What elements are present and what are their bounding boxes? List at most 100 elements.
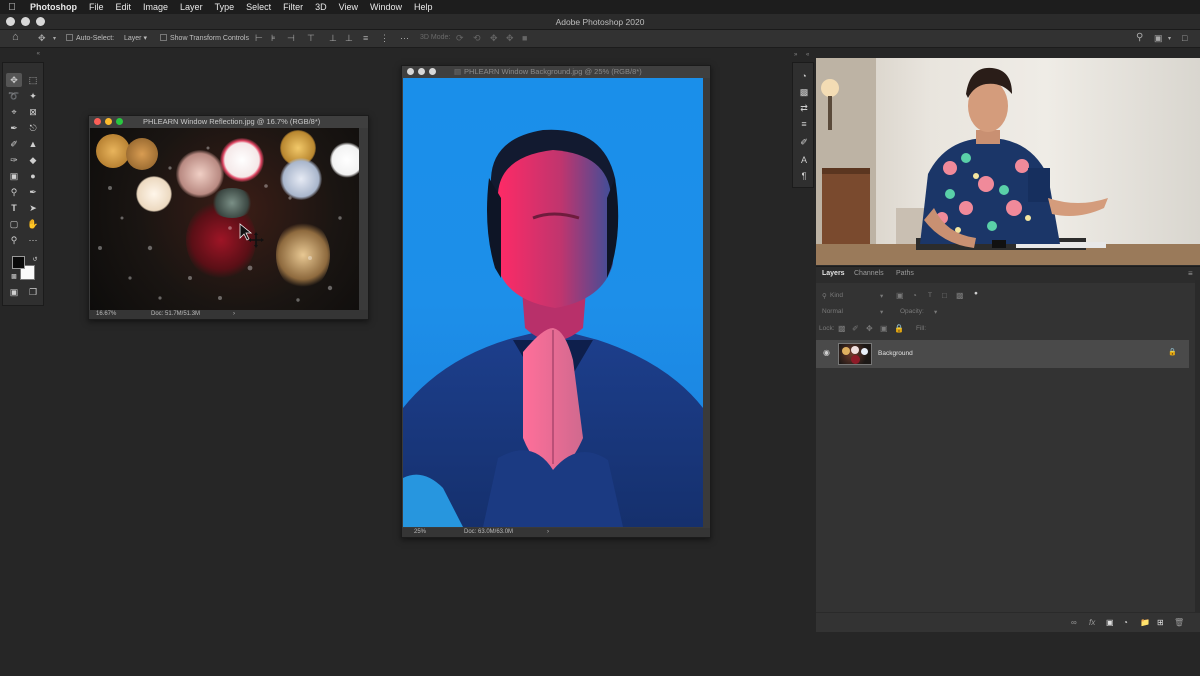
paragraph-panel-icon[interactable]: ¶ [797, 169, 811, 183]
filter-toggle-icon[interactable]: ● [974, 290, 978, 297]
layers-scrollbar[interactable] [1195, 280, 1200, 612]
doc-close-button[interactable] [407, 68, 414, 75]
align-right-icon[interactable]: ⊣ [287, 33, 295, 44]
history-panel-icon[interactable]: ⇄ [797, 101, 811, 115]
align-top-icon[interactable]: ⊤ [307, 33, 315, 44]
healing-brush-tool-icon[interactable]: ⎋ [25, 121, 41, 135]
tab-paths[interactable]: Paths [896, 270, 914, 277]
type-tool-icon[interactable]: T [6, 201, 22, 215]
brush-tool-icon[interactable]: ✐ [6, 137, 22, 151]
canvas-window-reflection[interactable] [90, 128, 359, 310]
auto-select-dropdown[interactable]: Layer ▾ [124, 34, 147, 42]
align-left-icon[interactable]: ⊢ [255, 33, 263, 44]
lock-transparent-icon[interactable]: ▩ [838, 324, 846, 333]
3d-slide-icon[interactable]: ✥ [506, 33, 514, 44]
menu-file[interactable]: File [83, 2, 110, 12]
filter-kind-dropdown[interactable]: Kind [830, 292, 843, 299]
search-icon[interactable]: ⚲ [1136, 32, 1143, 43]
distribute-vertical-icon[interactable]: ⋮ [380, 33, 389, 44]
lasso-tool-icon[interactable]: ➰ [6, 89, 22, 103]
menu-layer[interactable]: Layer [174, 2, 209, 12]
menu-image[interactable]: Image [137, 2, 174, 12]
menu-view[interactable]: View [333, 2, 364, 12]
adjustments-panel-icon[interactable]: ▩ [797, 85, 811, 99]
frame-tool-icon[interactable]: ⊠ [25, 105, 41, 119]
share-icon[interactable]: □ [1182, 33, 1187, 43]
rectangle-tool-icon[interactable]: ▢ [6, 217, 22, 231]
document-title-bar[interactable]: ▤ PHLEARN Window Background.jpg @ 25% (R… [402, 66, 710, 78]
blend-mode-dropdown[interactable]: Normal [822, 308, 843, 315]
document-window-reflection[interactable]: PHLEARN Window Reflection.jpg @ 16.7% (R… [88, 115, 369, 320]
filter-shape-icon[interactable]: □ [942, 291, 947, 300]
foreground-color-swatch[interactable] [12, 256, 25, 269]
add-mask-icon[interactable]: ▣ [1106, 618, 1114, 627]
screen-mode-icon[interactable]: ❐ [25, 285, 41, 299]
blur-tool-icon[interactable]: ● [25, 169, 41, 183]
eraser-tool-icon[interactable]: ◆ [25, 153, 41, 167]
document-title-bar[interactable]: PHLEARN Window Reflection.jpg @ 16.7% (R… [89, 116, 368, 128]
crop-tool-icon[interactable]: ⌖ [6, 105, 22, 119]
dock-collapse-icon[interactable]: » [794, 52, 797, 58]
toolbar-collapse-icon[interactable]: « [2, 51, 44, 61]
transform-controls-checkbox[interactable]: Show Transform Controls [160, 34, 249, 42]
workspace-icon[interactable]: ▣ [1154, 33, 1163, 44]
menu-3d[interactable]: 3D [309, 2, 333, 12]
pen-tool-icon[interactable]: ✒ [25, 185, 41, 199]
layer-row-background[interactable]: ◉ Background 🔒 [816, 340, 1189, 368]
new-group-icon[interactable]: 📁 [1140, 618, 1150, 627]
distribute-icon[interactable]: ≡ [363, 33, 368, 43]
status-arrow-icon[interactable]: › [547, 528, 549, 537]
eyedropper-tool-icon[interactable]: ✒ [6, 121, 22, 135]
gradient-tool-icon[interactable]: ▣ [6, 169, 22, 183]
align-bottom-icon[interactable]: ⊥ [345, 33, 353, 44]
lock-artboard-icon[interactable]: ▣ [880, 324, 888, 333]
zoom-level[interactable]: 16.67% [96, 310, 116, 319]
menu-select[interactable]: Select [240, 2, 277, 12]
menu-edit[interactable]: Edit [110, 2, 138, 12]
chevron-down-icon[interactable]: ▾ [53, 35, 56, 42]
3d-pan-icon[interactable]: ✥ [490, 33, 498, 44]
workspace-chevron-icon[interactable]: ▾ [1168, 35, 1171, 42]
filter-pixel-icon[interactable]: ▣ [896, 291, 904, 300]
properties-panel-icon[interactable]: ≡ [797, 117, 811, 131]
filter-kind-chevron-icon[interactable]: ▾ [880, 292, 883, 300]
3d-roll-icon[interactable]: ⟲ [473, 33, 481, 44]
auto-select-checkbox[interactable]: Auto-Select: [66, 34, 114, 42]
character-panel-icon[interactable]: A [797, 153, 811, 167]
align-center-icon[interactable]: ⊧ [271, 33, 276, 44]
menu-window[interactable]: Window [364, 2, 408, 12]
3d-scale-icon[interactable]: ■ [522, 33, 527, 43]
menu-help[interactable]: Help [408, 2, 439, 12]
magic-wand-tool-icon[interactable]: ✦ [25, 89, 41, 103]
link-layers-icon[interactable]: ∞ [1071, 618, 1077, 627]
menu-app[interactable]: Photoshop [24, 2, 83, 12]
hand-tool-icon[interactable]: ✋ [25, 217, 41, 231]
blend-mode-chevron-icon[interactable]: ▾ [880, 308, 883, 316]
layer-style-icon[interactable]: fx [1089, 618, 1095, 627]
doc-zoom-button[interactable] [116, 118, 123, 125]
layer-lock-icon[interactable]: 🔒 [1168, 348, 1177, 356]
home-icon[interactable]: ⌂ [12, 31, 19, 43]
lock-all-icon[interactable]: 🔒 [894, 324, 904, 333]
tab-channels[interactable]: Channels [854, 270, 884, 277]
document-window-background[interactable]: ▤ PHLEARN Window Background.jpg @ 25% (R… [401, 65, 711, 538]
doc-zoom-button[interactable] [429, 68, 436, 75]
more-tools-icon[interactable]: ⋯ [25, 233, 41, 247]
doc-minimize-button[interactable] [105, 118, 112, 125]
history-brush-tool-icon[interactable]: ✑ [6, 153, 22, 167]
zoom-tool-icon[interactable]: ⚲ [6, 233, 22, 247]
status-arrow-icon[interactable]: › [233, 310, 235, 319]
layer-name[interactable]: Background [878, 350, 913, 357]
filter-adjustment-icon[interactable]: ◔ [912, 291, 917, 300]
tab-layers[interactable]: Layers [822, 270, 845, 277]
panel-menu-icon[interactable]: ≡ [1188, 269, 1193, 278]
move-tool-icon[interactable]: ✥ [38, 33, 46, 44]
lock-image-icon[interactable]: ✐ [852, 324, 859, 333]
clone-stamp-tool-icon[interactable]: ▲ [25, 137, 41, 151]
new-layer-icon[interactable]: ⊞ [1157, 618, 1164, 627]
move-tool-icon[interactable]: ✥ [6, 73, 22, 87]
doc-minimize-button[interactable] [418, 68, 425, 75]
quick-mask-icon[interactable]: ▣ [6, 285, 22, 299]
menu-type[interactable]: Type [209, 2, 241, 12]
menu-filter[interactable]: Filter [277, 2, 309, 12]
